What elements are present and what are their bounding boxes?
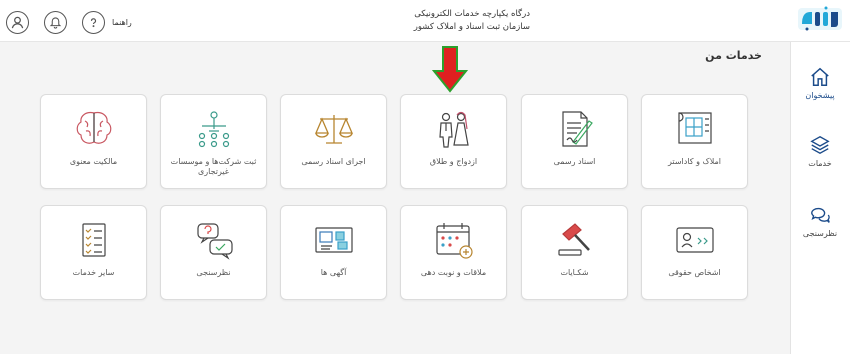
layers-icon [810, 135, 830, 155]
document-pen-icon [561, 111, 593, 147]
tile-survey[interactable]: نظرسنجی [160, 205, 267, 300]
top-header: راهنما درگاه یکپارچه خدمات الکترونیکی سا… [0, 0, 850, 42]
tile-label: اشخاص حقوقی [668, 268, 721, 277]
tile-company-registration[interactable]: ثبت شرکت‌ها و موسسات غیرتجاری [160, 94, 267, 189]
sabt-logo[interactable] [798, 4, 842, 34]
tile-label: اجرای اسناد رسمی [301, 157, 366, 166]
help-button[interactable] [82, 10, 105, 34]
tile-label: اسناد رسمی [553, 157, 596, 166]
tile-label: آگهی ها [320, 268, 347, 277]
organization-title: درگاه یکپارچه خدمات الکترونیکی سازمان ثب… [400, 8, 530, 34]
tile-label: ثبت شرکت‌ها و موسسات غیرتجاری [170, 157, 257, 176]
tile-label: ملاقات و نوبت دهی [420, 268, 487, 277]
scales-icon [314, 115, 353, 144]
help-icon [90, 17, 97, 27]
gavel-icon [557, 223, 590, 256]
header-actions: راهنما [6, 9, 132, 35]
sidebar-item-dashboard[interactable]: پیشخوان [790, 66, 850, 100]
tile-other-services[interactable]: سایر خدمات [40, 205, 147, 300]
bride-groom-icon [438, 111, 469, 148]
checklist-icon [81, 223, 106, 257]
tile-announcements[interactable]: آگهی ها [280, 205, 387, 300]
tile-intellectual-property[interactable]: مالکیت معنوی [40, 94, 147, 189]
sidebar-item-services[interactable]: خدمات [790, 134, 850, 168]
tile-marriage-divorce[interactable]: ازدواج و طلاق [400, 94, 507, 189]
tile-label: مالکیت معنوی [69, 157, 118, 166]
tile-document-enforcement[interactable]: اجرای اسناد رسمی [280, 94, 387, 189]
tile-legal-entities[interactable]: اشخاص حقوقی [641, 205, 748, 300]
tile-label: نظرسنجی [196, 268, 231, 277]
bell-icon [49, 17, 62, 29]
org-line-1: درگاه یکپارچه خدمات الکترونیکی [414, 9, 530, 19]
tile-label: شکـایات [560, 268, 589, 277]
user-profile-button[interactable] [6, 10, 29, 34]
notice-board-icon [314, 227, 353, 253]
notifications-button[interactable] [44, 10, 67, 34]
id-card-icon [675, 227, 714, 253]
tile-appointments[interactable]: ملاقات و نوبت دهی [400, 205, 507, 300]
sidebar-item-label: نظرسنجی [802, 229, 838, 238]
user-icon [11, 16, 24, 28]
tile-label: ازدواج و طلاق [429, 157, 478, 166]
tile-label: سایر خدمات [72, 268, 115, 277]
tile-complaints[interactable]: شکـایات [521, 205, 628, 300]
cadastre-map-icon [677, 112, 712, 144]
tile-cadastre[interactable]: املاک و کاداستر [641, 94, 748, 189]
home-icon [811, 67, 829, 86]
tile-label: املاک و کاداستر [668, 157, 721, 166]
org-line-2: سازمان ثبت اسناد و املاک کشور [413, 22, 530, 32]
org-chart-icon [198, 111, 229, 148]
tile-official-documents[interactable]: اسناد رسمی [521, 94, 628, 189]
right-sidebar: پیشخوان خدمات نظرسنجی [790, 42, 850, 354]
sidebar-item-label: پیشخوان [805, 91, 835, 100]
page-title: خدمات من [705, 49, 762, 62]
annotation-arrow [432, 46, 468, 93]
chat-icon [811, 207, 830, 223]
survey-bubbles-icon [196, 223, 233, 260]
help-label[interactable]: راهنما [112, 18, 132, 27]
brain-icon [76, 111, 111, 144]
sidebar-item-survey[interactable]: نظرسنجی [790, 204, 850, 238]
calendar-icon [435, 223, 473, 259]
sidebar-item-label: خدمات [808, 159, 832, 168]
